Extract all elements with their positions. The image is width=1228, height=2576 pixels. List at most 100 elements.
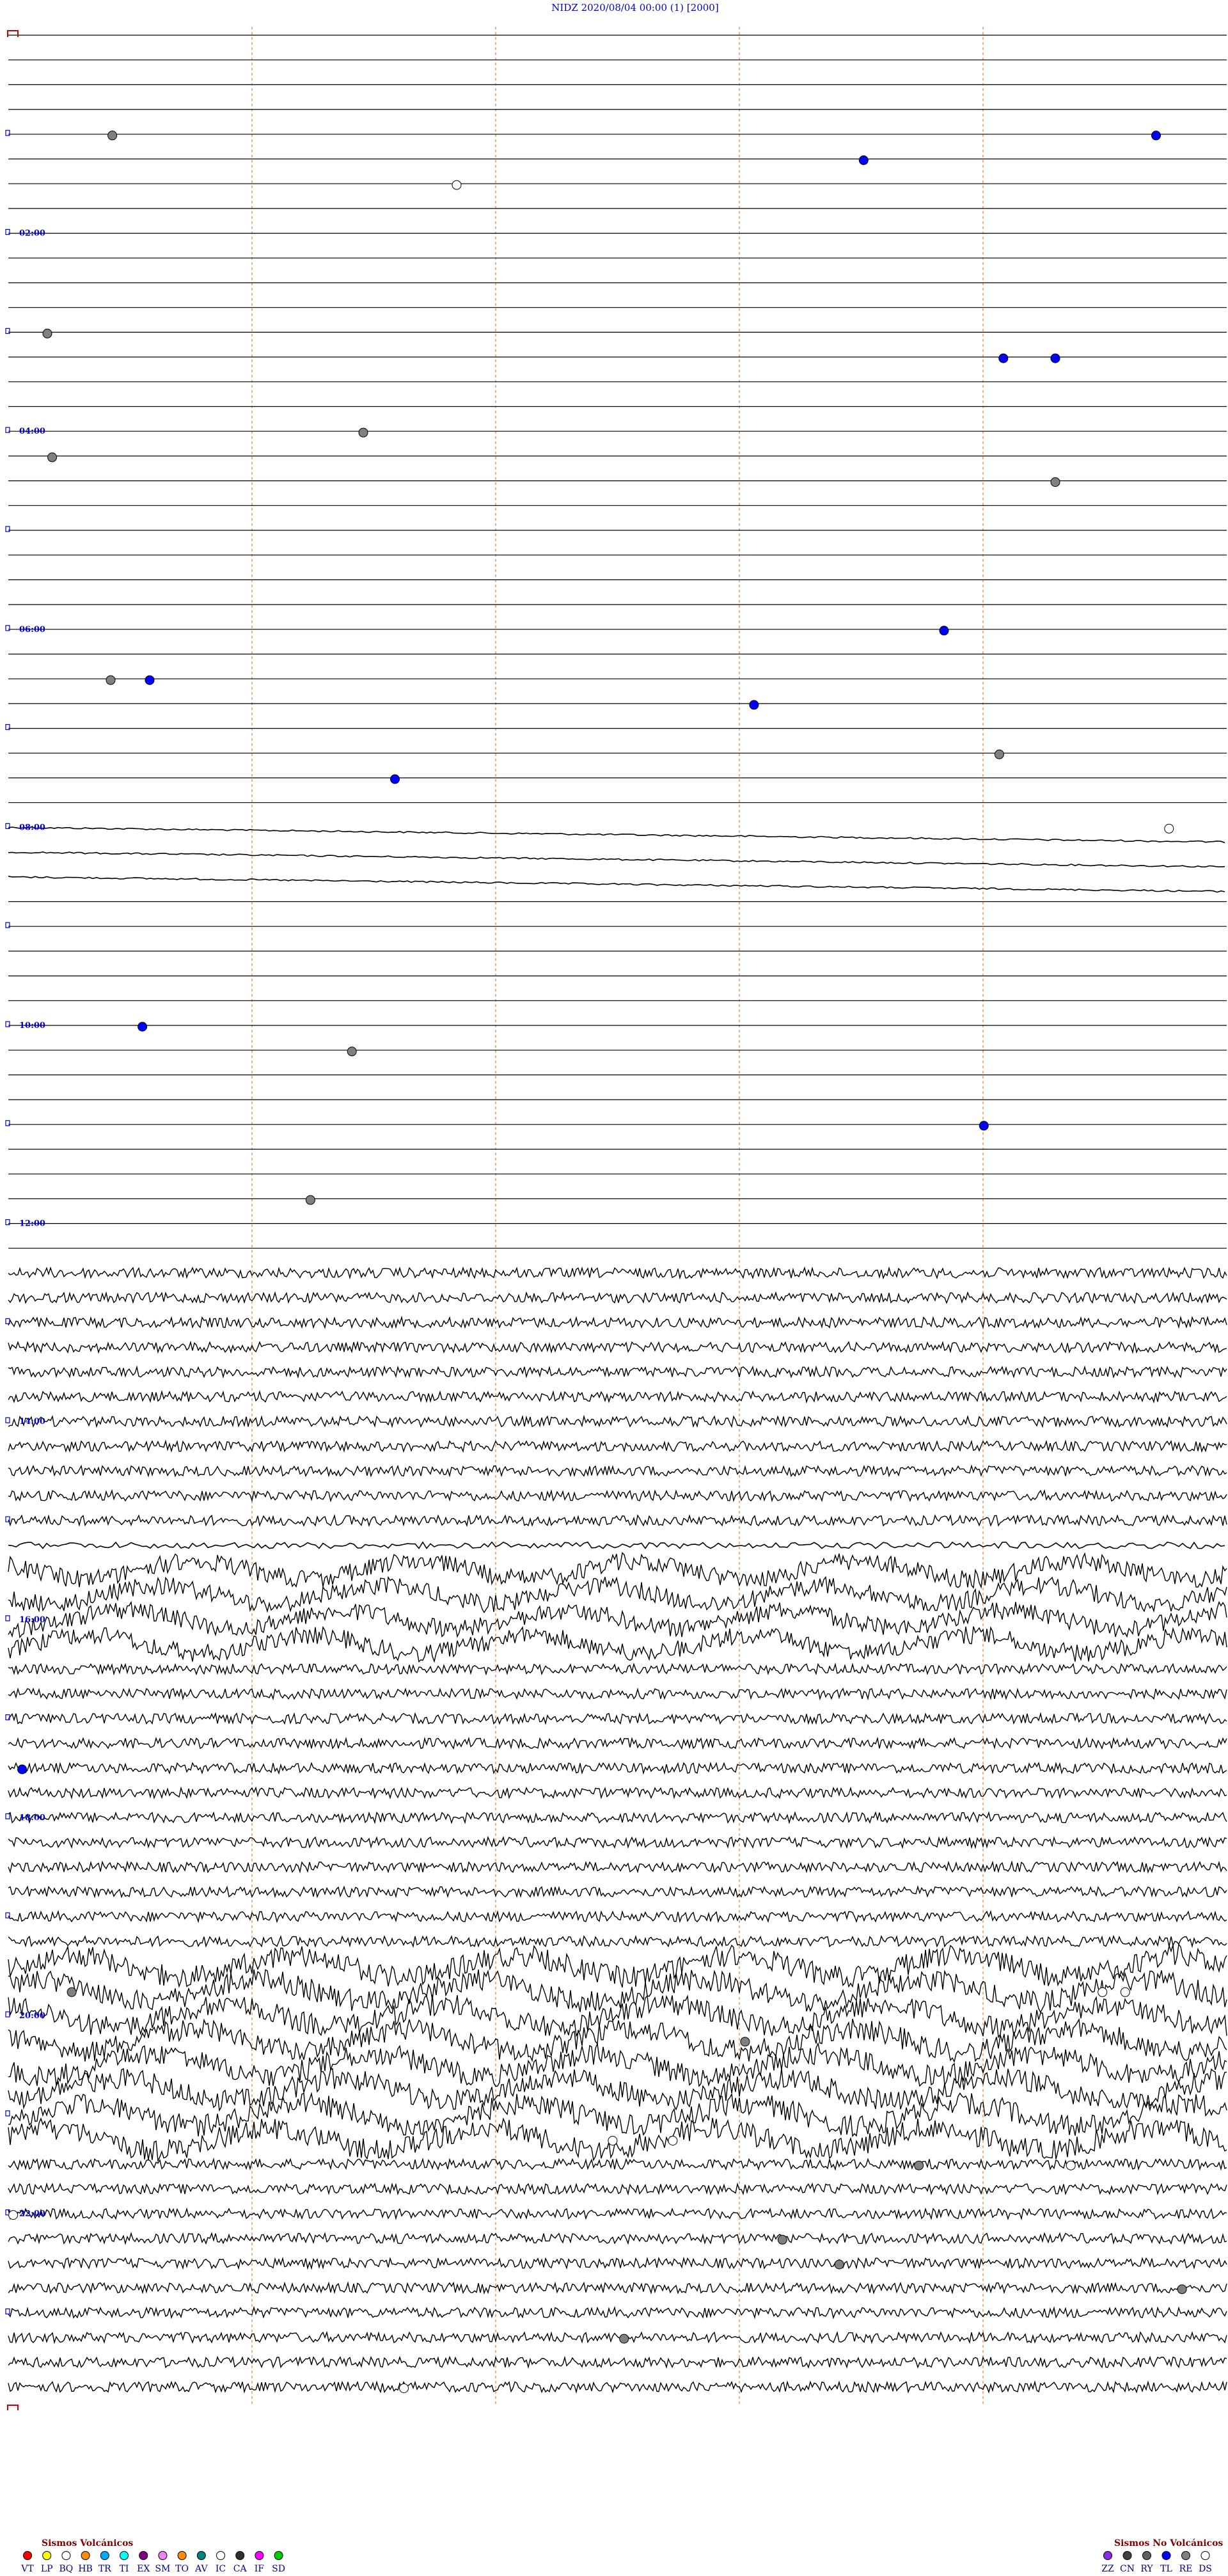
event-marker bbox=[608, 2136, 618, 2145]
legend-swatch bbox=[23, 2551, 32, 2560]
event-marker bbox=[452, 180, 462, 190]
event-marker bbox=[1120, 1987, 1130, 1997]
legend-swatch bbox=[1200, 2551, 1210, 2560]
trace-row bbox=[8, 1687, 1227, 1701]
hour-label: 14:00 bbox=[19, 1417, 45, 1426]
event-marker bbox=[47, 452, 58, 462]
hour-tick-mark bbox=[5, 1021, 10, 1027]
event-marker bbox=[914, 2160, 924, 2170]
trace-row bbox=[8, 2256, 1227, 2270]
trace-row bbox=[8, 1291, 1227, 1304]
legend-code: AV bbox=[194, 2564, 208, 2574]
event-marker bbox=[8, 2210, 19, 2220]
hour-tick-mark bbox=[5, 427, 10, 433]
hour-label: 18:00 bbox=[19, 1813, 45, 1822]
trace-row bbox=[8, 876, 1225, 893]
trace-row bbox=[8, 1464, 1227, 1478]
legend-code: IC bbox=[216, 2564, 226, 2574]
legend-code: TI bbox=[120, 2564, 129, 2574]
event-marker bbox=[619, 2334, 629, 2344]
legend-swatch bbox=[1122, 2551, 1132, 2560]
event-marker bbox=[347, 1047, 357, 1057]
trace-row bbox=[8, 2231, 1227, 2245]
legend-swatch bbox=[216, 2551, 225, 2560]
event-marker bbox=[834, 2259, 844, 2270]
trace-row bbox=[8, 2207, 1227, 2220]
hour-label: 16:00 bbox=[19, 1615, 45, 1625]
legend-code: EX bbox=[137, 2564, 150, 2574]
hour-tick-mark bbox=[5, 1813, 10, 1819]
legend-swatch bbox=[177, 2551, 187, 2560]
trace-row bbox=[8, 1625, 1227, 1663]
legend-code: IF bbox=[255, 2564, 265, 2574]
event-marker bbox=[998, 353, 1009, 363]
event-marker bbox=[145, 675, 155, 685]
trace-row bbox=[8, 1266, 1227, 1280]
trace-row bbox=[8, 1340, 1227, 1354]
legend-swatch bbox=[100, 2551, 109, 2560]
legend-code: TO bbox=[175, 2564, 189, 2574]
event-marker bbox=[67, 1987, 77, 1997]
trace-row bbox=[8, 2380, 1227, 2394]
hour-tick-mark bbox=[5, 1219, 10, 1226]
hour-tick-mark bbox=[5, 723, 10, 731]
trace-row bbox=[8, 2355, 1227, 2369]
hour-label: 08:00 bbox=[19, 823, 45, 832]
trace-row bbox=[8, 1541, 1225, 1549]
event-marker bbox=[390, 774, 400, 784]
event-marker bbox=[749, 700, 759, 710]
event-marker bbox=[138, 1022, 148, 1032]
event-marker bbox=[1050, 477, 1060, 487]
event-marker bbox=[42, 328, 52, 338]
event-marker bbox=[1098, 1987, 1108, 1997]
legend-code: BQ bbox=[59, 2564, 74, 2574]
legend-code: LP bbox=[41, 2564, 53, 2574]
legend-code: DS bbox=[1199, 2564, 1212, 2574]
trace-row bbox=[8, 1943, 1227, 1988]
hour-label: 12:00 bbox=[19, 1219, 45, 1229]
legend-nonvolcanic-title: Sismos No Volcánicos bbox=[1114, 2538, 1223, 2548]
legend-swatch bbox=[158, 2551, 168, 2560]
hour-tick-mark bbox=[5, 229, 10, 235]
legend-code: RY bbox=[1140, 2564, 1153, 2574]
trace-row bbox=[8, 1909, 1227, 1924]
trace-row bbox=[8, 2305, 1227, 2319]
trace-row bbox=[8, 1513, 1227, 1528]
event-legend: Sismos Volcánicos VT LP BQ HB TR TI EX SM TO AV IC C… bbox=[20, 2538, 1223, 2574]
legend-code: CA bbox=[233, 2564, 248, 2574]
trace-row bbox=[8, 1761, 1227, 1775]
event-marker bbox=[1164, 823, 1174, 834]
legend-swatch bbox=[81, 2551, 90, 2560]
legend-code: HB bbox=[78, 2564, 93, 2574]
trace-row bbox=[8, 2157, 1227, 2171]
hour-tick-mark bbox=[5, 2308, 10, 2314]
hour-tick-mark bbox=[5, 625, 10, 631]
legend-code: TL bbox=[1160, 2564, 1172, 2574]
event-marker bbox=[939, 626, 949, 636]
event-marker bbox=[107, 130, 118, 141]
trace-row bbox=[8, 826, 1225, 844]
hour-label: 10:00 bbox=[19, 1021, 45, 1031]
event-marker bbox=[858, 155, 869, 165]
trace-row bbox=[8, 1600, 1227, 1639]
legend-swatch bbox=[255, 2551, 264, 2560]
event-marker bbox=[1177, 2284, 1187, 2295]
legend-swatch bbox=[42, 2551, 52, 2560]
event-marker bbox=[106, 675, 116, 685]
legend-code: TR bbox=[98, 2564, 111, 2574]
trace-row bbox=[8, 1414, 1227, 1428]
legend-volcanic-title: Sismos Volcánicos bbox=[42, 2538, 133, 2548]
hour-tick-mark bbox=[5, 1714, 10, 1721]
hour-tick-mark bbox=[5, 1417, 10, 1423]
event-marker bbox=[1050, 353, 1060, 363]
legend-swatch bbox=[274, 2551, 283, 2560]
trace-row bbox=[8, 1489, 1227, 1503]
trace-row bbox=[8, 1315, 1227, 1329]
trace-row bbox=[8, 1662, 1227, 1676]
trace-row bbox=[8, 1786, 1227, 1800]
legend-swatch bbox=[196, 2551, 206, 2560]
hour-tick-mark bbox=[5, 2110, 10, 2117]
legend-swatch bbox=[1181, 2551, 1190, 2560]
trace-row bbox=[8, 2182, 1227, 2196]
trace-row bbox=[8, 1885, 1227, 1899]
